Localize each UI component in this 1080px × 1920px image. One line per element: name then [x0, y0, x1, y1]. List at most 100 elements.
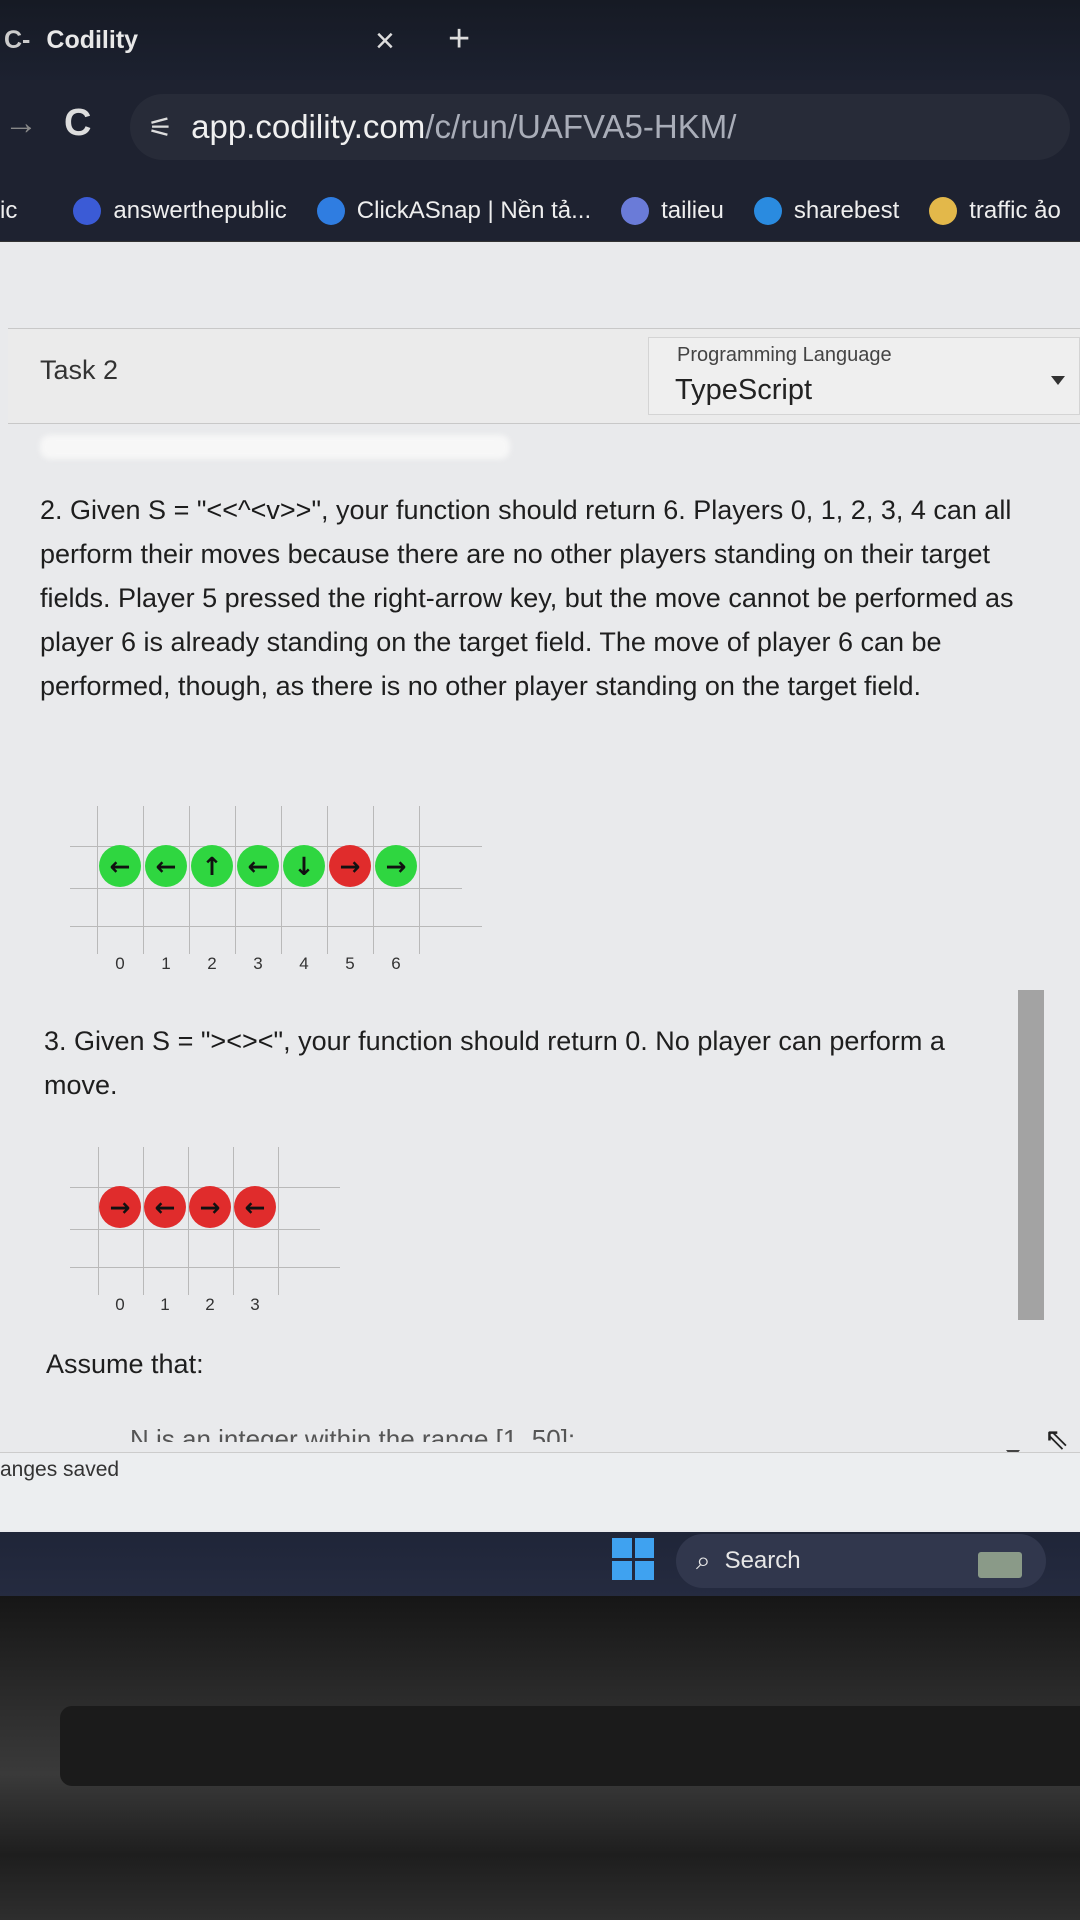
board-position-label: 5 — [345, 954, 355, 973]
board-row-line — [70, 926, 482, 927]
codility-page: Task 2 Programming Language TypeScript 2… — [0, 242, 1080, 1532]
board-column-line — [97, 806, 98, 954]
forward-icon[interactable]: → — [4, 104, 38, 143]
bookmarks-bar: ic answerthepublic ClickASnap | Nền tả... t… — [0, 180, 1080, 242]
laptop-bezel — [0, 1596, 1080, 1920]
player-token: ↓ — [283, 845, 325, 887]
language-label: Programming Language — [677, 344, 892, 366]
reload-icon[interactable]: C — [64, 102, 91, 145]
browser-tab[interactable]: C- Codility — [0, 12, 440, 68]
bookmark-label: answerthepublic — [113, 196, 287, 224]
tray-app-icon[interactable] — [978, 1552, 1022, 1578]
codility-favicon-icon: C- — [4, 25, 31, 54]
constraint-line: N is an integer within the range [1..50]… — [130, 1424, 576, 1442]
board-column-line — [327, 806, 328, 954]
language-select[interactable]: Programming Language TypeScript — [648, 337, 1080, 415]
bookmark-item[interactable]: answerthepublic — [73, 196, 287, 225]
windows-start-icon[interactable] — [612, 1538, 654, 1580]
assume-heading: Assume that: — [46, 1349, 204, 1379]
bookmark-item[interactable]: traffic ảo — [929, 196, 1061, 225]
os-taskbar: ⌕ Search — [0, 1532, 1080, 1596]
example-3-prefix: 3. Given S = " — [44, 1026, 211, 1056]
tab-title: Codility — [46, 25, 139, 54]
board-column-line — [142, 1147, 144, 1295]
bookmark-label: ic — [0, 196, 18, 224]
board-column-line — [143, 806, 144, 954]
chevron-down-icon — [1051, 376, 1065, 385]
bookmark-label: sharebest — [793, 196, 900, 224]
player-token: → — [99, 1186, 141, 1228]
bookmark-label: traffic ảo — [969, 196, 1061, 224]
player-token: → — [375, 845, 417, 887]
bookmark-item[interactable]: tailieu — [621, 196, 724, 225]
example-3-board: → ← → ← 0 1 2 3 — [70, 1147, 350, 1314]
blurred-text — [40, 435, 510, 459]
bookmark-favicon-icon — [621, 196, 650, 225]
editor-status-bar: anges saved — [0, 1452, 1080, 1530]
new-tab-icon[interactable]: + — [448, 18, 470, 61]
player-token: ← — [99, 845, 141, 887]
browser-toolbar: → C ⚟ app.codility.com/c/run/UAFVA5-HKM/ — [0, 80, 1080, 180]
board-position-label: 2 — [205, 1295, 215, 1314]
board-position-label: 2 — [207, 954, 217, 973]
url-host: app.codility.com — [191, 108, 426, 145]
board-position-label: 3 — [250, 1295, 260, 1314]
site-info-icon[interactable]: ⚟ — [148, 111, 173, 144]
language-value: TypeScript — [675, 374, 812, 406]
bookmark-favicon-icon — [929, 196, 958, 225]
bookmark-item[interactable]: ClickASnap | Nền tả... — [316, 196, 592, 225]
board-column-line — [235, 806, 236, 954]
photo-of-screen: C- Codility × + → C ⚟ app.codility.com/c… — [0, 0, 1080, 1920]
board-position-label: 0 — [115, 1295, 125, 1314]
board-column-line — [277, 1147, 279, 1295]
board-column-line — [189, 806, 190, 954]
board-column-line — [281, 806, 282, 954]
close-tab-icon[interactable]: × — [375, 22, 395, 61]
example-3-code: ><>< — [210, 1026, 274, 1056]
bookmark-item[interactable]: ic — [0, 197, 17, 225]
bookmark-favicon-icon — [73, 196, 102, 225]
url-path: /c/run/UAFVA5-HKM/ — [425, 108, 737, 145]
example-2-prefix: 2. Given S = " — [40, 495, 207, 525]
board-position-label: 3 — [253, 954, 263, 973]
bookmark-label: tailieu — [661, 196, 724, 224]
search-label: Search — [724, 1547, 801, 1574]
board-position-label: 6 — [391, 954, 401, 973]
example-2-code: <<^<v>> — [206, 495, 312, 525]
bookmark-item[interactable]: sharebest — [753, 196, 900, 225]
player-token: → — [189, 1186, 231, 1228]
player-token: → — [329, 845, 371, 887]
bookmark-favicon-icon — [316, 196, 345, 225]
example-2-text: 2. Given S = "<<^<v>>", your function sh… — [40, 488, 1040, 708]
save-status: anges saved — [0, 1458, 120, 1481]
example-2-board: ← ← ↑ ← ↓ → → 0 1 2 3 4 5 6 — [70, 806, 490, 996]
player-token: ← — [144, 1186, 186, 1228]
board-position-label: 4 — [299, 954, 309, 973]
bookmark-label: ClickASnap | Nền tả... — [356, 196, 592, 224]
bookmark-favicon-icon — [753, 196, 782, 225]
board-column-line — [97, 1147, 99, 1295]
player-token: ← — [237, 845, 279, 887]
board-row-line — [70, 1229, 320, 1230]
task-title: Task 2 — [40, 355, 119, 385]
scrollbar-thumb[interactable] — [1018, 990, 1044, 1320]
player-token: ↑ — [191, 845, 233, 887]
board-column-line — [187, 1147, 189, 1295]
board-position-label: 0 — [115, 954, 125, 973]
player-token: ← — [145, 845, 187, 887]
board-row-line — [70, 846, 482, 847]
board-position-label: 1 — [161, 954, 171, 973]
address-bar[interactable]: ⚟ app.codility.com/c/run/UAFVA5-HKM/ — [130, 94, 1070, 160]
board-column-line — [419, 806, 420, 954]
search-icon: ⌕ — [696, 1545, 711, 1575]
player-token: ← — [234, 1186, 276, 1228]
board-row-line — [70, 888, 462, 889]
board-position-label: 1 — [160, 1295, 170, 1314]
example-3-text: 3. Given S = "><><", your function shoul… — [44, 1019, 1004, 1107]
task-header: Task 2 Programming Language TypeScript — [8, 328, 1080, 424]
board-row-line — [70, 1267, 340, 1268]
browser-tab-bar: C- Codility × + — [0, 0, 1080, 80]
board-column-line — [373, 806, 374, 954]
board-column-line — [232, 1147, 234, 1295]
example-2-body: ", your function should return 6. Player… — [40, 495, 1014, 701]
